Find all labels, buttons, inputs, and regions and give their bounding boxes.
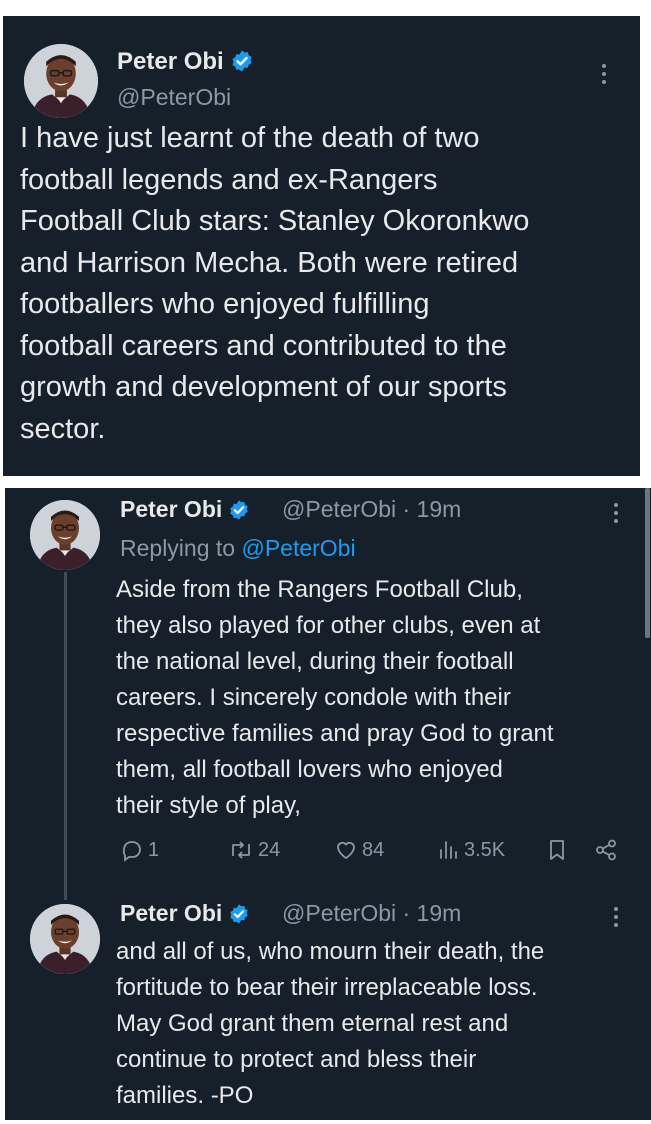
tweet-text: Aside from the Rangers Football Club, th… — [116, 576, 554, 819]
repost-count: 24 — [258, 838, 281, 861]
share-button[interactable] — [594, 838, 618, 862]
author-handle-time[interactable]: @PeterObi · 19m — [282, 496, 461, 523]
avatar[interactable] — [30, 904, 100, 974]
share-icon — [596, 839, 616, 861]
verified-badge-icon — [230, 49, 254, 73]
author-handle[interactable]: @PeterObi — [117, 84, 231, 111]
replying-to: Replying to @PeterObi — [120, 535, 356, 562]
profile-photo-icon — [30, 904, 100, 974]
tweet-actions: 1 24 84 3.5K — [120, 838, 625, 868]
like-button[interactable]: 84 — [334, 838, 384, 862]
avatar[interactable] — [24, 44, 98, 118]
replying-to-handle[interactable]: @PeterObi — [241, 535, 355, 561]
more-options-icon[interactable] — [613, 907, 619, 927]
profile-photo-icon — [30, 500, 100, 570]
bookmark-button[interactable] — [546, 838, 568, 862]
repost-icon — [232, 841, 250, 859]
more-options-icon[interactable] — [613, 503, 619, 523]
author-name-label: Peter Obi — [117, 48, 224, 75]
verified-badge-icon — [228, 499, 250, 521]
views-icon — [440, 841, 457, 859]
verified-badge-icon — [228, 903, 250, 925]
profile-photo-icon — [24, 44, 98, 118]
author-handle-time[interactable]: @PeterObi · 19m — [282, 900, 461, 927]
scrollbar[interactable] — [645, 488, 650, 638]
tweet-text: I have just learnt of the death of two f… — [20, 122, 530, 445]
author-name-label: Peter Obi — [120, 496, 223, 522]
author-name[interactable]: Peter Obi — [120, 496, 250, 523]
more-options-icon[interactable] — [601, 64, 607, 84]
like-count: 84 — [362, 838, 385, 861]
heart-icon — [337, 841, 355, 859]
thread-connector-line — [64, 572, 67, 900]
reply-button[interactable]: 1 — [120, 838, 159, 862]
tweet-text: and all of us, who mourn their death, th… — [116, 938, 545, 1109]
avatar[interactable] — [30, 500, 100, 570]
author-name-label: Peter Obi — [120, 900, 223, 926]
author-name[interactable]: Peter Obi — [120, 900, 250, 927]
author-name[interactable]: Peter Obi — [117, 48, 254, 76]
bookmark-icon — [550, 840, 564, 860]
view-count: 3.5K — [464, 838, 506, 861]
reply-icon — [122, 841, 141, 862]
views-button[interactable]: 3.5K — [438, 838, 505, 862]
reply-count: 1 — [148, 838, 160, 861]
repost-button[interactable]: 24 — [228, 838, 280, 862]
replying-to-label: Replying to — [120, 535, 242, 561]
